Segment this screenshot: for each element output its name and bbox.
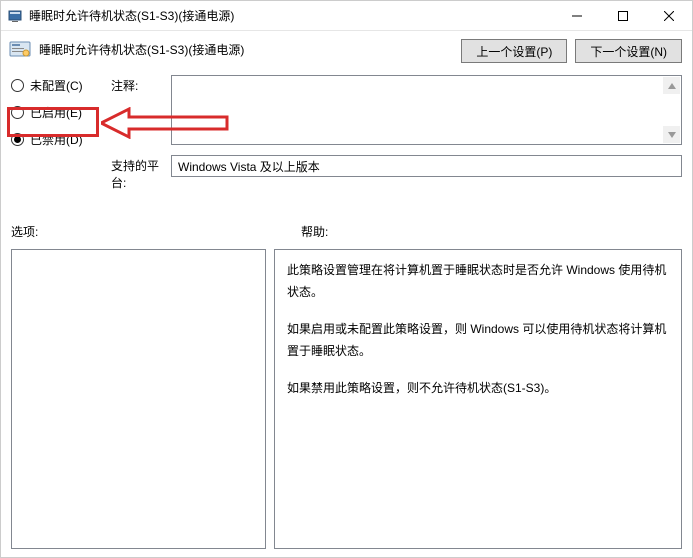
maximize-button[interactable] bbox=[600, 1, 646, 31]
radio-label: 已禁用(D) bbox=[30, 131, 83, 148]
options-pane bbox=[11, 249, 266, 549]
radio-disabled[interactable]: 已禁用(D) bbox=[11, 131, 101, 148]
comment-input[interactable] bbox=[171, 75, 682, 145]
help-paragraph: 此策略设置管理在将计算机置于睡眠状态时是否允许 Windows 使用待机状态。 bbox=[287, 260, 669, 303]
header: 睡眠时允许待机状态(S1-S3)(接通电源) 上一个设置(P) 下一个设置(N) bbox=[1, 31, 692, 71]
options-label: 选项: bbox=[11, 223, 301, 240]
comment-label: 注释: bbox=[111, 75, 171, 94]
supported-on-label: 支持的平台: bbox=[111, 155, 171, 191]
titlebar: 睡眠时允许待机状态(S1-S3)(接通电源) bbox=[1, 1, 692, 31]
next-setting-button[interactable]: 下一个设置(N) bbox=[575, 39, 682, 63]
scroll-up-icon[interactable] bbox=[663, 77, 680, 94]
policy-icon bbox=[7, 37, 33, 63]
radio-icon bbox=[11, 133, 24, 146]
previous-setting-button[interactable]: 上一个设置(P) bbox=[461, 39, 567, 63]
radio-group: 未配置(C) 已启用(E) 已禁用(D) bbox=[11, 75, 101, 191]
radio-icon bbox=[11, 106, 24, 119]
radio-icon bbox=[11, 79, 24, 92]
scroll-down-icon[interactable] bbox=[663, 126, 680, 143]
radio-not-configured[interactable]: 未配置(C) bbox=[11, 77, 101, 94]
help-paragraph: 如果启用或未配置此策略设置，则 Windows 可以使用待机状态将计算机置于睡眠… bbox=[287, 319, 669, 362]
radio-label: 未配置(C) bbox=[30, 77, 83, 94]
close-button[interactable] bbox=[646, 1, 692, 31]
radio-label: 已启用(E) bbox=[30, 104, 82, 121]
window-title: 睡眠时允许待机状态(S1-S3)(接通电源) bbox=[29, 7, 554, 24]
supported-on-input[interactable]: Windows Vista 及以上版本 bbox=[171, 155, 682, 177]
help-pane: 此策略设置管理在将计算机置于睡眠状态时是否允许 Windows 使用待机状态。 … bbox=[274, 249, 682, 549]
help-paragraph: 如果禁用此策略设置，则不允许待机状态(S1-S3)。 bbox=[287, 378, 669, 400]
minimize-button[interactable] bbox=[554, 1, 600, 31]
header-title: 睡眠时允许待机状态(S1-S3)(接通电源) bbox=[39, 37, 461, 58]
help-label: 帮助: bbox=[301, 223, 328, 240]
radio-enabled[interactable]: 已启用(E) bbox=[11, 104, 101, 121]
app-icon bbox=[7, 8, 23, 24]
